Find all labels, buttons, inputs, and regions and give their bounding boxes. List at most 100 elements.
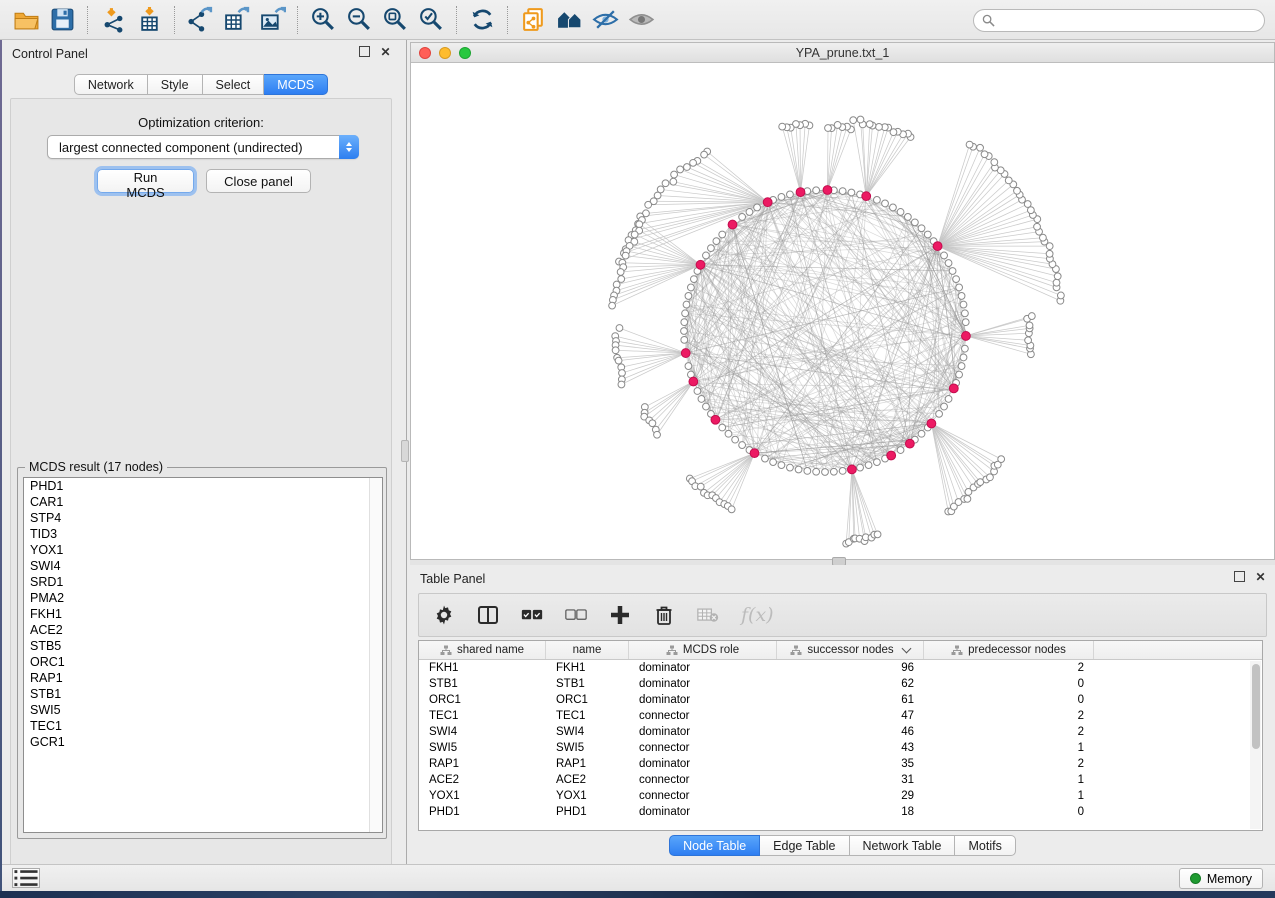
- network-node[interactable]: [830, 468, 837, 475]
- network-node[interactable]: [703, 252, 710, 259]
- network-node[interactable]: [685, 363, 692, 370]
- leaf-node[interactable]: [612, 347, 619, 354]
- column-header-name[interactable]: name: [546, 641, 629, 659]
- leaf-node[interactable]: [1040, 234, 1047, 241]
- table-row[interactable]: PHD1PHD1dominator180: [419, 804, 1262, 820]
- column-header-predecessor-nodes[interactable]: predecessor nodes: [924, 641, 1094, 659]
- mcds-hub-node[interactable]: [962, 332, 971, 341]
- mcds-result-item[interactable]: STB5: [24, 638, 382, 654]
- splitter-grip[interactable]: [401, 440, 409, 462]
- network-node[interactable]: [956, 284, 963, 291]
- tab-style[interactable]: Style: [148, 74, 203, 95]
- mcds-result-list[interactable]: PHD1CAR1STP4TID3YOX1SWI4SRD1PMA2FKH1ACE2…: [23, 477, 383, 833]
- table-settings-button[interactable]: [433, 600, 455, 630]
- leaf-node[interactable]: [690, 159, 697, 166]
- add-column-button[interactable]: [609, 600, 631, 630]
- mcds-hub-node[interactable]: [862, 192, 871, 201]
- leaf-node[interactable]: [617, 269, 624, 276]
- save-session-button[interactable]: [44, 4, 80, 36]
- mcds-result-item[interactable]: YOX1: [24, 542, 382, 558]
- leaf-node[interactable]: [649, 420, 656, 427]
- network-node[interactable]: [698, 396, 705, 403]
- column-header-MCDS-role[interactable]: MCDS role: [629, 641, 777, 659]
- mcds-result-item[interactable]: ACE2: [24, 622, 382, 638]
- table-row[interactable]: FKH1FKH1dominator962: [419, 660, 1262, 676]
- mcds-hub-node[interactable]: [887, 451, 896, 460]
- mcds-hub-node[interactable]: [696, 260, 705, 269]
- criterion-select[interactable]: largest connected component (undirected): [47, 135, 359, 159]
- mcds-result-item[interactable]: TEC1: [24, 718, 382, 734]
- leaf-node[interactable]: [677, 166, 684, 173]
- leaf-node[interactable]: [622, 252, 629, 259]
- table-row[interactable]: RAP1RAP1dominator352: [419, 756, 1262, 772]
- leaf-node[interactable]: [964, 495, 971, 502]
- network-node[interactable]: [713, 238, 720, 245]
- first-neighbors-button[interactable]: [551, 4, 587, 36]
- network-node[interactable]: [962, 319, 969, 326]
- column-header-shared-name[interactable]: shared name: [419, 641, 546, 659]
- leaf-node[interactable]: [857, 116, 864, 123]
- open-file-button[interactable]: [8, 4, 44, 36]
- network-node[interactable]: [911, 219, 918, 226]
- close-panel-button[interactable]: Close panel: [206, 169, 311, 193]
- mcds-result-item[interactable]: PHD1: [24, 478, 382, 494]
- run-mcds-button[interactable]: Run MCDS: [97, 169, 194, 193]
- leaf-node[interactable]: [1034, 223, 1041, 230]
- hide-selected-button[interactable]: [587, 4, 623, 36]
- leaf-node[interactable]: [1026, 322, 1033, 329]
- table-row[interactable]: ORC1ORC1dominator610: [419, 692, 1262, 708]
- network-node[interactable]: [924, 231, 931, 238]
- network-node[interactable]: [739, 214, 746, 221]
- leaf-node[interactable]: [645, 201, 652, 208]
- leaf-node[interactable]: [876, 123, 883, 130]
- refresh-button[interactable]: [464, 4, 500, 36]
- table-row[interactable]: YOX1YOX1connector291: [419, 788, 1262, 804]
- panel-splitter[interactable]: [400, 40, 410, 864]
- leaf-node[interactable]: [618, 381, 625, 388]
- tab-mcds[interactable]: MCDS: [264, 74, 328, 95]
- leaf-node[interactable]: [636, 221, 643, 228]
- network-node[interactable]: [882, 200, 889, 207]
- leaf-node[interactable]: [631, 231, 638, 238]
- mcds-hub-node[interactable]: [848, 465, 857, 474]
- mcds-hub-node[interactable]: [933, 242, 942, 251]
- table-tab-edge-table[interactable]: Edge Table: [760, 835, 849, 856]
- network-node[interactable]: [960, 301, 967, 308]
- network-node[interactable]: [822, 469, 829, 476]
- network-node[interactable]: [778, 194, 785, 201]
- network-node[interactable]: [813, 187, 820, 194]
- network-node[interactable]: [918, 430, 925, 437]
- mcds-result-item[interactable]: SRD1: [24, 574, 382, 590]
- zoom-selected-button[interactable]: [413, 4, 449, 36]
- leaf-node[interactable]: [619, 370, 626, 377]
- network-node[interactable]: [795, 466, 802, 473]
- table-scrollbar-thumb[interactable]: [1252, 664, 1260, 749]
- leaf-node[interactable]: [779, 123, 786, 130]
- leaf-node[interactable]: [1046, 250, 1053, 257]
- network-node[interactable]: [897, 209, 904, 216]
- network-node[interactable]: [848, 189, 855, 196]
- close-panel-icon[interactable]: ✕: [379, 46, 392, 59]
- mcds-result-item[interactable]: SWI4: [24, 558, 382, 574]
- mcds-result-item[interactable]: GCR1: [24, 734, 382, 750]
- network-node[interactable]: [787, 191, 794, 198]
- table-scrollbar[interactable]: [1250, 661, 1261, 829]
- mcds-hub-node[interactable]: [823, 186, 832, 195]
- network-node[interactable]: [874, 197, 881, 204]
- deselect-all-button[interactable]: [565, 600, 587, 630]
- zoom-out-button[interactable]: [341, 4, 377, 36]
- network-node[interactable]: [739, 442, 746, 449]
- column-view-button[interactable]: [477, 600, 499, 630]
- leaf-node[interactable]: [1054, 273, 1061, 280]
- network-node[interactable]: [804, 467, 811, 474]
- network-node[interactable]: [719, 424, 726, 431]
- network-node[interactable]: [890, 204, 897, 211]
- leaf-node[interactable]: [1005, 177, 1012, 184]
- mcds-result-item[interactable]: STP4: [24, 510, 382, 526]
- network-node[interactable]: [770, 459, 777, 466]
- duplicate-network-button[interactable]: [515, 4, 551, 36]
- network-node[interactable]: [762, 455, 769, 462]
- network-node[interactable]: [839, 467, 846, 474]
- delete-column-button[interactable]: [653, 600, 675, 630]
- mcds-hub-node[interactable]: [728, 220, 737, 229]
